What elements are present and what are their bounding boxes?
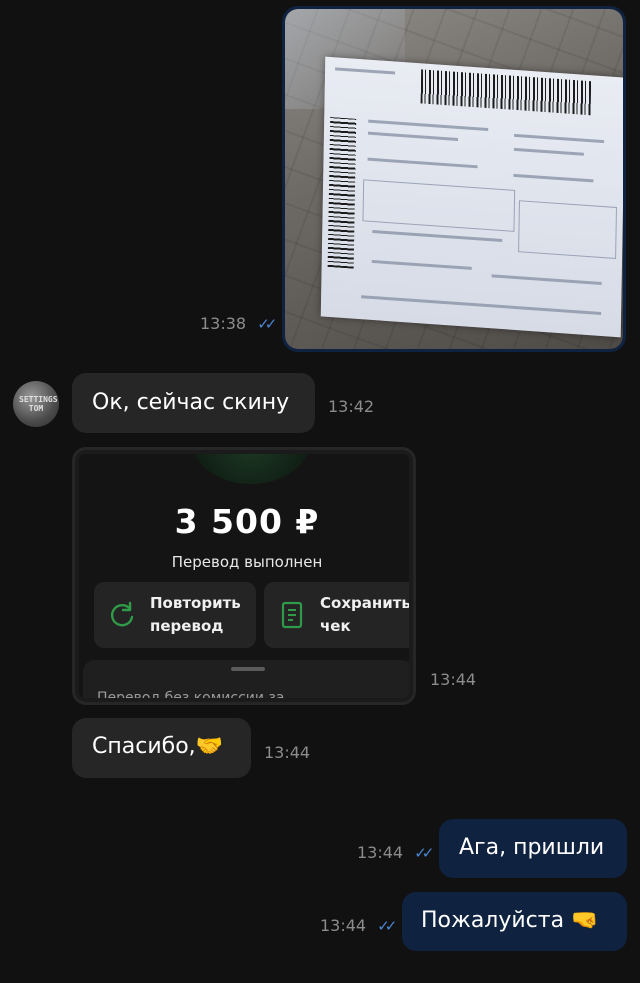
message-meta: 13:44 ✓✓ [357,843,434,862]
outgoing-photo-message[interactable] [282,6,626,352]
repeat-transfer-label: Повторить перевод [150,594,241,635]
success-icon-glow [191,454,311,484]
text-line [491,274,602,285]
text-line [335,67,396,75]
outgoing-message[interactable]: Ага, пришли [439,819,627,878]
text-line [367,131,459,141]
document-photo[interactable] [285,9,623,349]
incoming-message[interactable]: Ок, сейчас скину [72,373,315,433]
text-line [513,147,584,156]
text-line [361,295,602,315]
text-line [367,157,478,169]
receipt-screenshot: 3 500 ₽ Перевод выполнен Повторить перев… [79,454,409,698]
message-time: 13:44 [430,670,477,689]
message-time: 13:42 [328,397,375,416]
outgoing-message[interactable]: Пожалуйста 🤜 [402,892,627,951]
read-ticks-icon: ✓✓ [414,844,434,862]
text-line [372,229,503,243]
text-line [368,119,489,132]
photo-meta: 13:38 ✓✓ [200,314,277,333]
barcode-top [420,69,592,116]
barcode-side [327,117,357,269]
save-receipt-button: Сохранить чек [264,582,409,648]
save-receipt-label: Сохранить чек [320,594,409,635]
incoming-receipt-image[interactable]: 3 500 ₽ Перевод выполнен Повторить перев… [72,447,416,705]
handshake-emoji-icon: 🤝 [195,734,224,759]
text-line [514,133,605,144]
bottom-sheet-text: Перевод без комиссии за [97,690,285,698]
form-box [362,179,516,232]
form-box [518,200,617,260]
receipt-icon [281,601,303,629]
transfer-amount: 3 500 ₽ [174,502,320,541]
paper-document [320,56,623,338]
sender-avatar[interactable]: SETTINGS TOM [13,381,59,427]
sheet-grabber [231,667,265,671]
message-meta: 13:44 ✓✓ [320,916,397,935]
message-text: Пожалуйста [421,908,565,933]
message-time: 13:44 [264,743,311,762]
read-ticks-icon: ✓✓ [377,917,397,935]
repeat-icon [111,601,134,627]
fist-emoji-icon: 🤜 [571,908,599,933]
message-text: Ага, пришли [459,835,605,860]
message-time: 13:44 [357,843,404,862]
incoming-message[interactable]: Спасибо,🤝 [72,718,251,778]
read-ticks-icon: ✓✓ [257,315,277,333]
message-time: 13:38 [200,314,247,333]
message-time: 13:44 [320,916,367,935]
text-line [513,173,594,183]
avatar-text: SETTINGS TOM [19,395,58,413]
text-line [371,259,472,270]
message-text: Ок, сейчас скину [92,390,290,415]
repeat-transfer-button: Повторить перевод [94,582,256,648]
transfer-status: Перевод выполнен [171,553,323,571]
message-text: Спасибо, [92,734,196,759]
bottom-sheet: Перевод без комиссии за [83,660,409,698]
